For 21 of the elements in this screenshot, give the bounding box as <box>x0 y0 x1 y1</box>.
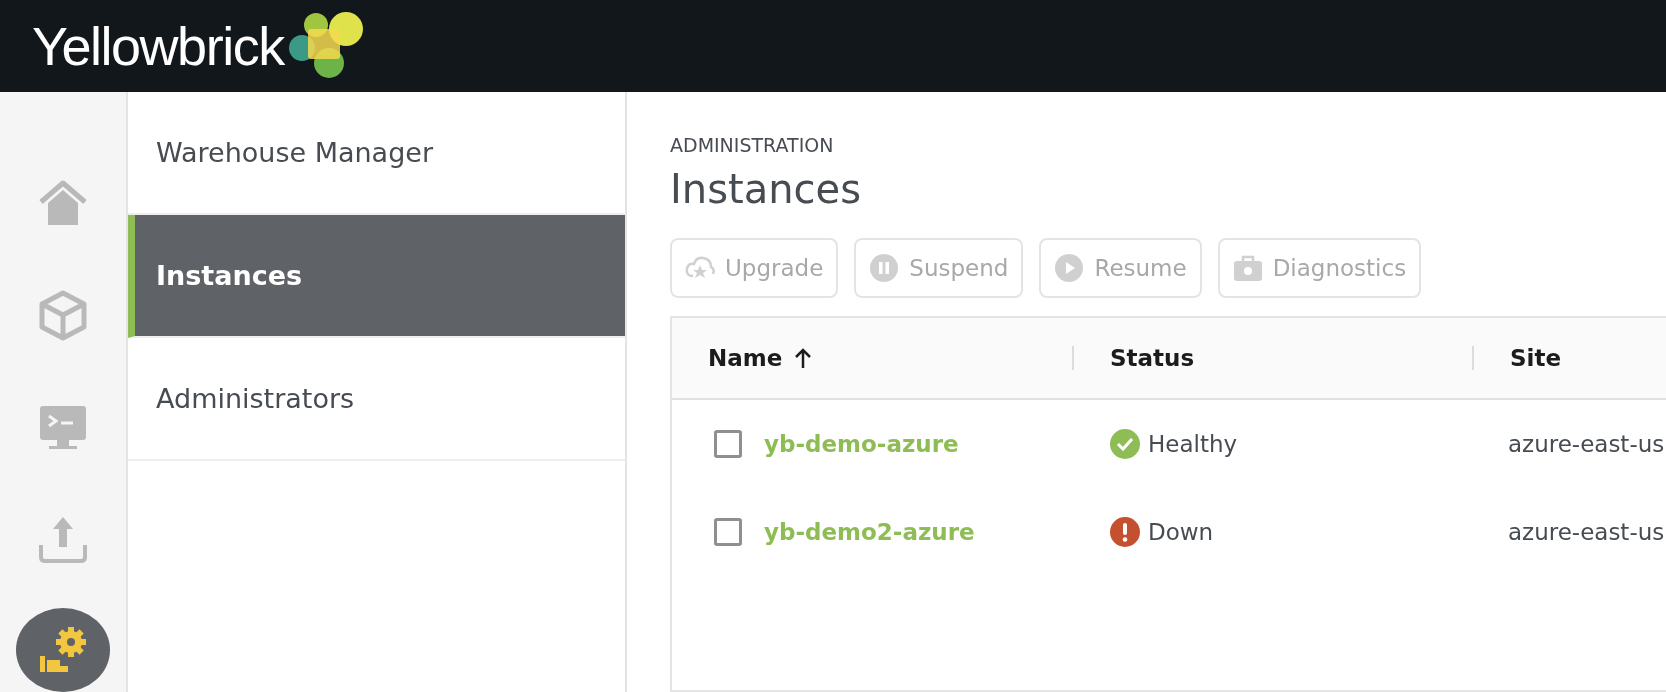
alert-circle-icon <box>1110 517 1140 547</box>
row-checkbox[interactable] <box>714 518 742 546</box>
status-text: Healthy <box>1148 431 1238 457</box>
column-header[interactable]: Status <box>1110 345 1195 371</box>
admin-gear-icon <box>38 626 88 675</box>
page-title: Instances <box>670 166 862 212</box>
nav-item[interactable]: Instances <box>128 215 625 338</box>
row-checkbox[interactable] <box>714 430 742 458</box>
sort-arrow-up-icon[interactable] <box>794 347 813 369</box>
status-text: Down <box>1148 519 1214 545</box>
breadcrumb: ADMINISTRATION <box>670 134 835 156</box>
pause-icon <box>869 253 900 283</box>
logo-text: Yellowbrick <box>32 15 284 77</box>
column-header[interactable]: Name <box>708 345 783 371</box>
check-circle-icon <box>1110 429 1140 459</box>
column-header[interactable]: Site <box>1510 345 1562 371</box>
medical-kit-icon <box>1232 254 1263 282</box>
site-text: azure-east-us <box>1508 431 1665 457</box>
site-text: azure-east-us <box>1508 519 1665 545</box>
play-icon <box>1054 253 1085 283</box>
cube-icon <box>37 289 89 342</box>
